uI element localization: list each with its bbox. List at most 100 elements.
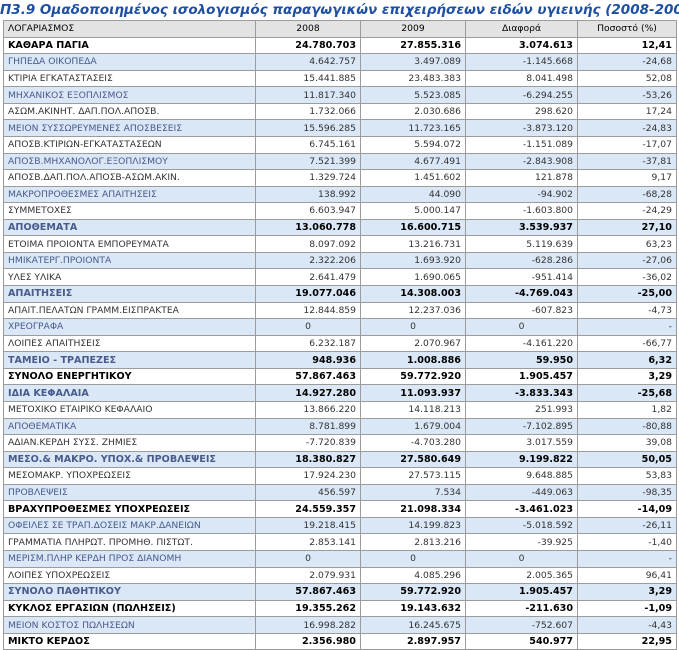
value-2008-cell: 11.817.340 bbox=[255, 86, 361, 104]
percentage-cell: 3,29 bbox=[577, 583, 677, 601]
header-account: ΛΟΓΑΡΙΑΣΜΟΣ bbox=[3, 20, 256, 38]
table-row: ΜΕΙΟΝ ΣΥΣΣΩΡΕΥΜΕΝΕΣ ΑΠΟΣΒΕΣΕΙΣ 15.596.285… bbox=[3, 119, 677, 137]
account-cell: ΑΠΟΘΕΜΑΤΑ bbox=[3, 218, 256, 237]
value-2008-cell: 948.936 bbox=[255, 351, 361, 369]
difference-cell: 0 bbox=[465, 318, 578, 336]
table-row: ΚΑΘΑΡΑ ΠΑΓΙΑ 24.780.703 27.855.316 3.074.61… bbox=[3, 36, 677, 55]
table-row: ΤΑΜΕΙΟ - ΤΡΑΠΕΖΕΣ 948.936 1.008.886 59.950 6… bbox=[3, 351, 677, 369]
table-row: ΑΠΟΘΕΜΑΤΑ 13.060.778 16.600.715 3.539.937 27… bbox=[3, 218, 677, 237]
difference-cell: 8.041.498 bbox=[465, 69, 578, 88]
table-row: ΕΤΟΙΜΑ ΠΡΟΙΟΝΤΑ ΕΜΠΟΡΕΥΜΑΤΑ 8.097.092 13.2… bbox=[3, 235, 677, 253]
table-row: ΚΥΚΛΟΣ ΕΡΓΑΣΙΩΝ (ΠΩΛΗΣΕΙΣ) 19.355.262 19.1… bbox=[3, 599, 677, 618]
difference-cell: 3.539.937 bbox=[465, 218, 578, 237]
value-2008-cell: 57.867.463 bbox=[255, 583, 361, 601]
header-difference: Διαφορά bbox=[465, 20, 578, 38]
percentage-cell: 6,32 bbox=[577, 351, 677, 369]
account-cell: ΙΔΙΑ ΚΕΦΑΛΑΙΑ bbox=[3, 384, 256, 402]
account-cell: ΜΕΙΟΝ ΣΥΣΣΩΡΕΥΜΕΝΕΣ ΑΠΟΣΒΕΣΕΙΣ bbox=[3, 119, 256, 137]
value-2009-cell: 5.000.147 bbox=[360, 202, 466, 220]
percentage-cell: -25,68 bbox=[577, 384, 677, 402]
difference-cell: 3.074.613 bbox=[465, 36, 578, 55]
percentage-cell: 22,95 bbox=[577, 632, 677, 650]
value-2009-cell: 5.594.072 bbox=[360, 135, 466, 154]
table-row: ΜΗΧΑΝΙΚΟΣ ΕΞΟΠΛΙΣΜΟΣ 11.817.340 5.523.085-… bbox=[3, 86, 677, 104]
table-row: ΟΦΕΙΛΕΣ ΣΕ ΤΡΑΠ.ΔΟΣΕΙΣ ΜΑΚΡ.ΔΑΝΕΙΩΝ 19.21… bbox=[3, 516, 677, 535]
account-cell: ΗΜΙΚΑΤΕΡΓ.ΠΡΟΙΟΝΤΑ bbox=[3, 251, 256, 270]
value-2009-cell: 14.118.213 bbox=[360, 400, 466, 419]
value-2008-cell: 6.745.161 bbox=[255, 135, 361, 154]
percentage-cell: -53,26 bbox=[577, 86, 677, 104]
account-cell: ΑΠΑΙΤ.ΠΕΛΑΤΩΝ ΓΡΑΜΜ.ΕΙΣΠΡΑΚΤΕΑ bbox=[3, 301, 256, 320]
value-2008-cell: -7.720.839 bbox=[255, 434, 361, 452]
percentage-cell: -36,02 bbox=[577, 268, 677, 286]
percentage-cell: 3,29 bbox=[577, 367, 677, 386]
difference-cell: 9.648.885 bbox=[465, 467, 578, 485]
percentage-cell: -37,81 bbox=[577, 152, 677, 171]
value-2008-cell: 13.866.220 bbox=[255, 400, 361, 419]
value-2009-cell: 59.772.920 bbox=[360, 367, 466, 386]
value-2008-cell: 17.924.230 bbox=[255, 467, 361, 485]
value-2009-cell: 1.451.602 bbox=[360, 169, 466, 187]
difference-cell: 9.199.822 bbox=[465, 450, 578, 469]
value-2008-cell: 2.079.931 bbox=[255, 566, 361, 585]
percentage-cell: -66,77 bbox=[577, 334, 677, 353]
account-cell: ΚΤΙΡΙΑ ΕΓΚΑΤΑΣΤΑΣΕΙΣ bbox=[3, 69, 256, 88]
difference-cell: -628.286 bbox=[465, 251, 578, 270]
difference-cell: 540.977 bbox=[465, 632, 578, 650]
value-2008-cell: 4.642.757 bbox=[255, 53, 361, 71]
value-2008-cell: 19.218.415 bbox=[255, 516, 361, 535]
table-row: ΑΠΑΙΤ.ΠΕΛΑΤΩΝ ΓΡΑΜΜ.ΕΙΣΠΡΑΚΤΕΑ 12.844.859… bbox=[3, 301, 677, 320]
account-cell: ΤΑΜΕΙΟ - ΤΡΑΠΕΖΕΣ bbox=[3, 351, 256, 369]
percentage-cell: 9,17 bbox=[577, 169, 677, 187]
value-2009-cell: 19.143.632 bbox=[360, 599, 466, 618]
value-2008-cell: 2.322.206 bbox=[255, 251, 361, 270]
percentage-cell: 27,10 bbox=[577, 218, 677, 237]
account-cell: ΟΦΕΙΛΕΣ ΣΕ ΤΡΑΠ.ΔΟΣΕΙΣ ΜΑΚΡ.ΔΑΝΕΙΩΝ bbox=[3, 516, 256, 535]
value-2009-cell: 1.679.004 bbox=[360, 417, 466, 436]
percentage-cell: -1,09 bbox=[577, 599, 677, 618]
account-cell: ΜΕΣΟΜΑΚΡ. ΥΠΟΧΡΕΩΣΕΙΣ bbox=[3, 467, 256, 485]
account-cell: ΛΟΙΠΕΣ ΑΠΑΙΤΗΣΕΙΣ bbox=[3, 334, 256, 353]
difference-cell: 59.950 bbox=[465, 351, 578, 369]
balance-sheet-table: ΛΟΓΑΡΙΑΣΜΟΣ 2008 2009 Διαφορά Ποσοστό (%… bbox=[3, 20, 677, 650]
value-2008-cell: 19.355.262 bbox=[255, 599, 361, 618]
value-2009-cell: 0 bbox=[360, 550, 466, 568]
table-row: ΗΜΙΚΑΤΕΡΓ.ΠΡΟΙΟΝΤΑ 2.322.206 1.693.920 -628… bbox=[3, 251, 677, 270]
account-cell: ΑΔΙΑΝ.ΚΕΡΔΗ ΣΥΣΣ. ΖΗΜΙΕΣ bbox=[3, 434, 256, 452]
percentage-cell: -27,06 bbox=[577, 251, 677, 270]
account-cell: ΑΠΟΣΒ.ΔΑΠ.ΠΟΛ.ΑΠΟΣΒ-ΑΣΩΜ.ΑΚΙΝ. bbox=[3, 169, 256, 187]
table-row: ΛΟΙΠΕΣ ΥΠΟΧΡΕΩΣΕΙΣ 2.079.931 4.085.296 2.00… bbox=[3, 566, 677, 585]
table-row: ΜΕΤΟΧΙΚΟ ΕΤΑΙΡΙΚΟ ΚΕΦΑΛΑΙΟ 13.866.220 14.1… bbox=[3, 400, 677, 419]
percentage-cell: -68,28 bbox=[577, 185, 677, 204]
percentage-cell: 96,41 bbox=[577, 566, 677, 585]
table-row: ΠΡΟΒΛΕΨΕΙΣ 456.597 7.534 -449.063 -98,35 bbox=[3, 483, 677, 502]
percentage-cell: -98,35 bbox=[577, 483, 677, 502]
table-row: ΑΣΩΜ.ΑΚΙΝΗΤ. ΔΑΠ.ΠΟΛ.ΑΠΟΣΒ. 1.732.066 2.03… bbox=[3, 102, 677, 121]
table-row: ΜΑΚΡΟΠΡΟΘΕΣΜΕΣ ΑΠΑΙΤΗΣΕΙΣ 138.992 44.090 -9… bbox=[3, 185, 677, 204]
table-row: ΣΥΜΜΕΤΟΧΕΣ 6.603.947 5.000.147 -1.603.800 -2… bbox=[3, 202, 677, 220]
value-2008-cell: 456.597 bbox=[255, 483, 361, 502]
account-cell: ΜΕΙΟΝ ΚΟΣΤΟΣ ΠΩΛΗΣΕΩΝ bbox=[3, 616, 256, 634]
percentage-cell: 52,08 bbox=[577, 69, 677, 88]
difference-cell: -3.873.120 bbox=[465, 119, 578, 137]
account-cell: ΓΡΑΜΜΑΤΙΑ ΠΛΗΡΩΤ. ΠΡΟΜΗΘ. ΠΙΣΤΩΤ. bbox=[3, 533, 256, 551]
value-2009-cell: 27.855.316 bbox=[360, 36, 466, 55]
value-2009-cell: 44.090 bbox=[360, 185, 466, 204]
table-row: ΥΛΕΣ ΥΛΙΚΑ 2.641.479 1.690.065 -951.414 -36,… bbox=[3, 268, 677, 286]
difference-cell: -449.063 bbox=[465, 483, 578, 502]
value-2008-cell: 12.844.859 bbox=[255, 301, 361, 320]
account-cell: ΣΥΝΟΛΟ ΕΝΕΡΓΗΤΙΚΟΥ bbox=[3, 367, 256, 386]
difference-cell: -607.823 bbox=[465, 301, 578, 320]
table-row: ΜΕΙΟΝ ΚΟΣΤΟΣ ΠΩΛΗΣΕΩΝ 16.998.282 16.245.67… bbox=[3, 616, 677, 634]
table-row: ΑΠΑΙΤΗΣΕΙΣ 19.077.046 14.308.003 -4.769.043… bbox=[3, 285, 677, 303]
difference-cell: 298.620 bbox=[465, 102, 578, 121]
account-cell: ΒΡΑΧΥΠΡΟΘΕΣΜΕΣ ΥΠΟΧΡΕΩΣΕΙΣ bbox=[3, 500, 256, 518]
percentage-cell: 12,41 bbox=[577, 36, 677, 55]
percentage-cell: -24,29 bbox=[577, 202, 677, 220]
table-row: ΜΕΡΙΣΜ.ΠΛΗΡ ΚΕΡΔΗ ΠΡΟΣ ΔΙΑΝΟΜΗ 0 0 0- bbox=[3, 550, 677, 568]
difference-cell: -39.925 bbox=[465, 533, 578, 551]
value-2008-cell: 0 bbox=[255, 318, 361, 336]
table-row: ΑΠΟΣΒ.ΜΗΧΑΝΟΛΟΓ.ΕΞΟΠΛΙΣΜΟΥ 7.521.399 4.677… bbox=[3, 152, 677, 171]
value-2009-cell: 21.098.334 bbox=[360, 500, 466, 518]
difference-cell: -1.603.800 bbox=[465, 202, 578, 220]
